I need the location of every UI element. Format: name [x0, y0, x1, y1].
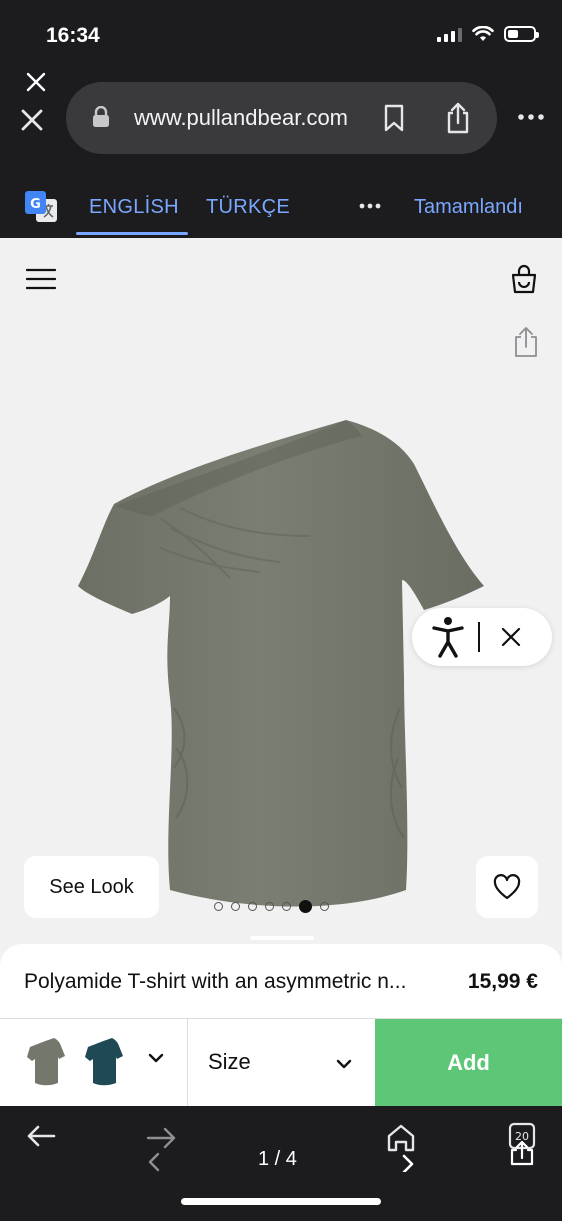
wifi-icon: [472, 26, 494, 41]
wishlist-button[interactable]: [476, 856, 538, 918]
size-label: Size: [208, 1049, 251, 1074]
home-icon[interactable]: [384, 1122, 418, 1172]
lock-icon: [93, 106, 109, 127]
product-sheet: Polyamide T-shirt with an asymmetric n..…: [0, 936, 562, 1106]
accessibility-widget[interactable]: [412, 608, 552, 666]
tab-english[interactable]: ENGLİSH: [89, 196, 179, 219]
status-icons: [437, 26, 539, 42]
color-swatch-teal[interactable]: [84, 1037, 124, 1087]
web-content: See Look Polyamide T-shirt with an asymm…: [0, 238, 562, 1106]
chevron-down-icon: [336, 1059, 352, 1069]
status-bar: 16:34: [0, 0, 562, 62]
shopping-bag-icon[interactable]: [510, 264, 538, 294]
color-selector[interactable]: [0, 1019, 188, 1106]
bottom-toolbar: 1 / 4 20: [0, 1106, 562, 1221]
share-icon[interactable]: [444, 102, 472, 134]
tabs-icon[interactable]: 20: [506, 1122, 538, 1166]
divider: [478, 622, 480, 652]
sheet-handle[interactable]: [250, 936, 314, 940]
close-icon[interactable]: [24, 70, 48, 94]
close-tab-icon[interactable]: [18, 106, 46, 134]
google-translate-icon: G: [25, 191, 57, 222]
gallery-dot[interactable]: [299, 900, 312, 913]
svg-text:G: G: [30, 197, 41, 212]
menu-icon[interactable]: [26, 268, 56, 290]
heart-icon: [493, 874, 521, 900]
battery-icon: [504, 26, 539, 42]
accessibility-icon[interactable]: [432, 616, 464, 658]
translate-bar: G ENGLİSH TÜRKÇE Tamamlandı: [0, 174, 562, 238]
gallery-pagination: [214, 900, 329, 913]
battery-level: [508, 30, 518, 38]
address-bar[interactable]: www.pullandbear.com: [66, 82, 497, 154]
gallery-dot[interactable]: [282, 902, 291, 911]
gallery-dot[interactable]: [265, 902, 274, 911]
share-icon[interactable]: [512, 326, 540, 358]
cellular-signal-icon: [437, 26, 462, 42]
product-price: 15,99 €: [467, 970, 538, 993]
back-arrow-icon[interactable]: [26, 1124, 56, 1148]
color-swatch-khaki[interactable]: [26, 1037, 66, 1087]
gallery-dot[interactable]: [248, 902, 257, 911]
close-icon[interactable]: [500, 626, 522, 648]
tab-turkish[interactable]: TÜRKÇE: [206, 196, 290, 219]
active-tab-indicator: [76, 232, 188, 235]
bookmark-icon[interactable]: [382, 104, 406, 132]
more-options-icon[interactable]: [358, 202, 382, 210]
product-title[interactable]: Polyamide T-shirt with an asymmetric n..…: [24, 970, 444, 994]
home-indicator[interactable]: [181, 1198, 381, 1205]
add-to-cart-button[interactable]: Add: [375, 1019, 562, 1106]
browser-toolbar: www.pullandbear.com: [0, 62, 562, 174]
tab-page-counter: 1 / 4: [258, 1148, 297, 1170]
gallery-dot[interactable]: [320, 902, 329, 911]
purchase-row: Size Add: [0, 1018, 562, 1106]
forward-arrow-icon[interactable]: [144, 1126, 178, 1172]
url-text: www.pullandbear.com: [134, 105, 349, 130]
done-button[interactable]: Tamamlandı: [414, 196, 523, 219]
chevron-down-icon[interactable]: [148, 1053, 164, 1063]
see-look-button[interactable]: See Look: [24, 856, 159, 918]
more-options-icon[interactable]: [516, 110, 546, 124]
size-select[interactable]: Size: [188, 1019, 375, 1106]
gallery-dot[interactable]: [231, 902, 240, 911]
status-time: 16:34: [46, 24, 100, 47]
gallery-dot[interactable]: [214, 902, 223, 911]
